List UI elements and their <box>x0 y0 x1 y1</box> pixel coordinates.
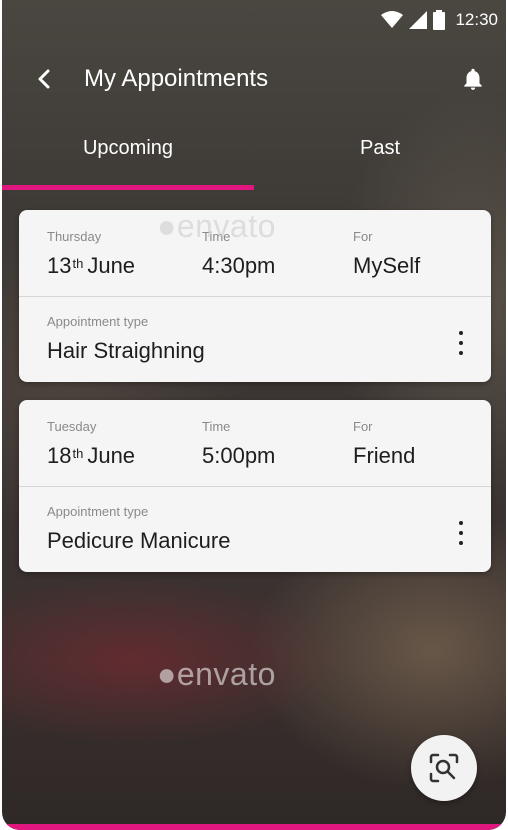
more-vert-icon <box>459 521 463 525</box>
app-bar: My Appointments <box>2 50 506 110</box>
image-search-button[interactable] <box>411 735 477 801</box>
appointment-type-row: Appointment type Pedicure Manicure <box>19 487 491 572</box>
wifi-icon <box>381 11 404 28</box>
appointment-type-label: Appointment type <box>47 504 149 519</box>
appointment-type-row: Appointment type Hair Straighning <box>19 297 491 382</box>
time-value: 5:00pm <box>202 443 276 468</box>
appointment-type-value: Hair Straighning <box>47 338 205 363</box>
phone-screen: 12:30 My Appointments Upcoming Past Thur… <box>2 0 506 830</box>
tab-upcoming[interactable]: Upcoming <box>2 122 254 188</box>
for-value: MySelf <box>353 253 421 278</box>
more-vert-icon <box>459 331 463 335</box>
back-arrow-icon <box>38 69 50 89</box>
date-value: 13th June <box>47 253 136 278</box>
page-title: My Appointments <box>84 65 269 92</box>
for-value: Friend <box>353 443 416 468</box>
battery-icon <box>433 10 446 30</box>
image-search-icon <box>429 753 459 783</box>
appointment-card[interactable]: Tuesday 18th June Time 5:00pm For Friend … <box>19 400 491 572</box>
status-bar: 12:30 <box>2 0 506 40</box>
status-time: 12:30 <box>455 10 498 29</box>
watermark: ●envato <box>157 208 276 244</box>
more-options-button[interactable] <box>451 331 471 355</box>
notifications-button[interactable] <box>460 66 486 92</box>
tab-past[interactable]: Past <box>254 122 506 188</box>
appointment-type-value: Pedicure Manicure <box>47 528 231 553</box>
appointment-type-label: Appointment type <box>47 314 149 329</box>
date-value: 18th June <box>47 443 136 468</box>
for-column: For Friend <box>353 418 415 470</box>
cellular-signal-icon <box>409 11 428 29</box>
tab-indicator <box>2 185 254 190</box>
time-label: Time <box>202 419 231 434</box>
time-column: Time 5:00pm <box>202 418 275 470</box>
day-label: Thursday <box>47 229 102 244</box>
for-label: For <box>353 419 373 434</box>
day-label: Tuesday <box>47 419 97 434</box>
appointment-summary-row: Tuesday 18th June Time 5:00pm For Friend <box>19 400 491 487</box>
more-options-button[interactable] <box>451 521 471 545</box>
for-column: For MySelf <box>353 228 420 280</box>
back-button[interactable] <box>30 64 60 94</box>
date-column: Tuesday 18th June <box>47 418 135 470</box>
bell-icon <box>464 68 482 90</box>
bottom-accent-bar <box>2 824 506 830</box>
time-value: 4:30pm <box>202 253 276 278</box>
for-label: For <box>353 229 373 244</box>
tab-bar: Upcoming Past <box>2 122 506 192</box>
watermark: ●envato <box>157 656 276 692</box>
date-column: Thursday 13th June <box>47 228 135 280</box>
